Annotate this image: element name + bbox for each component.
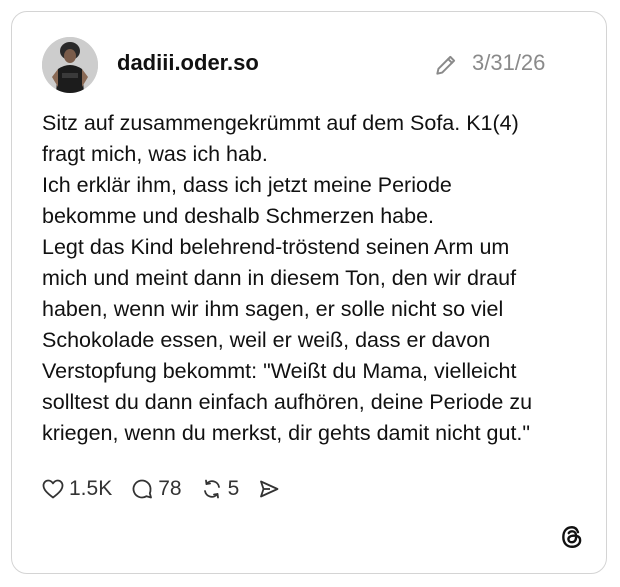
comment-count: 78: [158, 477, 182, 500]
send-icon: [260, 480, 279, 498]
share-button[interactable]: [257, 477, 281, 501]
post-text: Sitz auf zusammengekrümmt auf dem Sofa. …: [42, 108, 592, 449]
post-text-line: solltest du dann einfach aufhören, deine…: [42, 390, 533, 414]
repost-count: 5: [227, 477, 240, 500]
comment-button[interactable]: 78: [130, 477, 182, 501]
comment-bubble-icon: [132, 479, 153, 499]
username[interactable]: dadiii.oder.so: [117, 50, 259, 76]
post-text-line: mich und meint dann in diesem Ton, den w…: [42, 266, 517, 290]
post-date: 3/31/26: [472, 50, 546, 75]
repost-icon: [203, 479, 220, 499]
post-card: dadiii.oder.so 3/31/26 Sitz auf zusammen…: [11, 11, 607, 574]
action-bar: 1.5K 78 5: [41, 474, 299, 504]
like-button[interactable]: 1.5K: [41, 477, 112, 501]
avatar[interactable]: [42, 37, 98, 93]
repost-button[interactable]: 5: [200, 477, 240, 501]
post-text-line: bekomme und deshalb Schmerzen habe.: [42, 204, 435, 228]
post-text-line: Legt das Kind belehrend-tröstend seinen …: [42, 235, 510, 259]
like-count: 1.5K: [69, 477, 113, 500]
heart-icon: [42, 479, 64, 499]
threads-logo-icon: [562, 526, 582, 548]
post-text-line: Schokolade essen, weil er weiß, dass er …: [42, 328, 491, 352]
post-text-line: kriegen, wenn du merkst, dir gehts damit…: [42, 421, 531, 445]
pencil-icon: [436, 55, 456, 75]
post-text-line: fragt mich, was ich hab.: [42, 142, 268, 166]
post-text-line: haben, wenn wir ihm sagen, er solle nich…: [42, 297, 504, 321]
avatar-image: [42, 37, 98, 93]
post-text-line: Sitz auf zusammengekrümmt auf dem Sofa. …: [42, 111, 519, 135]
post-text-line: Verstopfung bekommt: "Weißt du Mama, vie…: [42, 359, 517, 383]
post-text-line: Ich erklär ihm, dass ich jetzt meine Per…: [42, 173, 452, 197]
